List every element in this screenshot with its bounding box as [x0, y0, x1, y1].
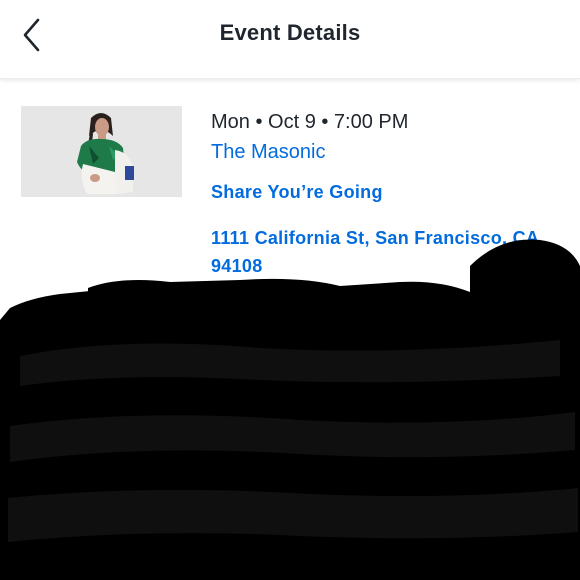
event-info: Mon • Oct 9 • 7:00 PM The Masonic Share … [211, 108, 571, 204]
event-image [21, 106, 182, 197]
redaction-scribble [0, 239, 580, 580]
artist-photo [21, 106, 182, 197]
share-going-link[interactable]: Share You’re Going [211, 180, 571, 204]
venue-link[interactable]: The Masonic [211, 138, 571, 166]
app-header: Event Details [0, 0, 580, 79]
page-title: Event Details [219, 20, 361, 45]
event-datetime: Mon • Oct 9 • 7:00 PM [211, 111, 409, 133]
